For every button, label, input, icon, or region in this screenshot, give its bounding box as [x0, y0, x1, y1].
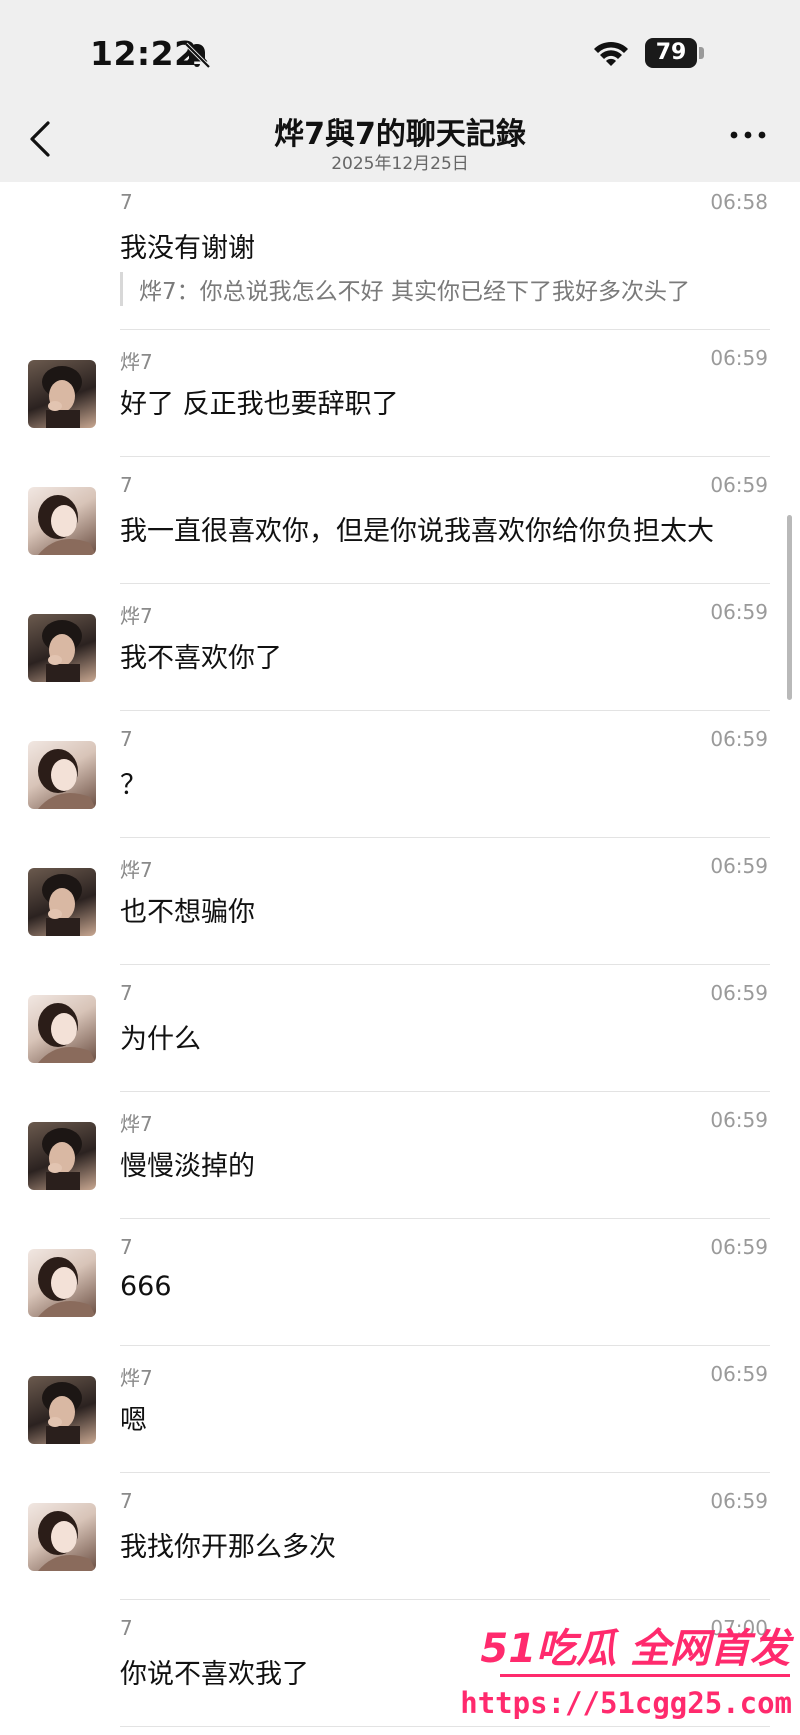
message-sender: 7	[120, 190, 133, 214]
avatar[interactable]	[28, 995, 96, 1063]
message-row[interactable]: 烨7 06:59 我不喜欢你了	[0, 584, 800, 711]
nav-header: 烨7與7的聊天記錄 2025年12月25日	[0, 95, 800, 182]
message-sender: 7	[120, 473, 133, 497]
top-bar: 12:22 79 烨7與7的聊天記錄 2025年12月25日	[0, 0, 800, 182]
battery-icon: 79	[645, 38, 697, 68]
message-row[interactable]: 烨7 06:59 嗯	[0, 1346, 800, 1473]
message-text: 666	[120, 1271, 172, 1302]
message-text: 我找你开那么多次	[120, 1532, 336, 1563]
message-row[interactable]: 烨7 06:59 好了 反正我也要辞职了	[0, 330, 800, 457]
message-row[interactable]: 7 06:59 ？	[0, 711, 800, 838]
chat-history-screen: 12:22 79 烨7與7的聊天記錄 2025年12月25日 7 06:58 我…	[0, 0, 800, 1735]
bell-off-icon	[184, 42, 211, 69]
message-list[interactable]: 7 06:58 我没有谢谢烨7：你总说我怎么不好 其实你已经下了我好多次头了烨7 06…	[0, 182, 800, 1735]
message-sender: 7	[120, 1489, 133, 1513]
message-sender: 烨7	[120, 1112, 153, 1136]
avatar[interactable]	[28, 741, 96, 809]
message-row[interactable]: 7 06:58 我没有谢谢烨7：你总说我怎么不好 其实你已经下了我好多次头了	[0, 182, 800, 330]
watermark-underline	[500, 1674, 790, 1677]
message-time: 06:59	[710, 1489, 768, 1513]
avatar[interactable]	[28, 487, 96, 555]
message-text: 为什么	[120, 1024, 201, 1055]
avatar[interactable]	[28, 868, 96, 936]
wifi-icon	[594, 41, 628, 66]
message-text: 嗯	[120, 1405, 147, 1436]
message-row[interactable]: 烨7 06:59 也不想骗你	[0, 838, 800, 965]
message-time: 06:59	[710, 346, 768, 370]
message-sender: 7	[120, 727, 133, 751]
message-time: 06:59	[710, 727, 768, 751]
avatar[interactable]	[28, 360, 96, 428]
page-title: 烨7與7的聊天記錄	[274, 117, 526, 152]
page-date: 2025年12月25日	[331, 154, 469, 174]
message-row[interactable]: 7 06:59 我一直很喜欢你，但是你说我喜欢你给你负担太大	[0, 457, 800, 584]
battery-level: 79	[655, 40, 687, 65]
scrollbar[interactable]	[787, 515, 792, 700]
avatar[interactable]	[28, 1249, 96, 1317]
message-time: 06:59	[710, 1362, 768, 1386]
message-row[interactable]: 烨7 06:59 慢慢淡掉的	[0, 1092, 800, 1219]
avatar[interactable]	[28, 1122, 96, 1190]
message-sender: 7	[120, 1616, 133, 1640]
message-time: 06:59	[710, 600, 768, 624]
watermark-url: https://51cgg25.com	[460, 1686, 792, 1720]
message-sender: 7	[120, 1235, 133, 1259]
message-time: 06:59	[710, 981, 768, 1005]
message-text: 我一直很喜欢你，但是你说我喜欢你给你负担太大	[120, 516, 714, 547]
message-text: 我不喜欢你了	[120, 643, 282, 674]
message-time: 06:59	[710, 473, 768, 497]
message-sender: 烨7	[120, 858, 153, 882]
message-text: 好了 反正我也要辞职了	[120, 389, 399, 420]
message-row[interactable]: 7 06:59 为什么	[0, 965, 800, 1092]
avatar[interactable]	[28, 1376, 96, 1444]
status-bar: 12:22 79	[0, 0, 800, 95]
message-text: ？	[120, 770, 147, 801]
message-text: 慢慢淡掉的	[120, 1151, 255, 1182]
message-sender: 烨7	[120, 604, 153, 628]
watermark: 51吃瓜 全网首发 https://51cgg25.com	[460, 1616, 800, 1735]
message-text: 我没有谢谢	[120, 233, 255, 264]
message-quote: 烨7：你总说我怎么不好 其实你已经下了我好多次头了	[120, 272, 690, 306]
watermark-brand: 51吃瓜 全网首发	[480, 1626, 790, 1672]
message-sender: 烨7	[120, 1366, 153, 1390]
more-dots-icon[interactable]	[728, 125, 768, 145]
avatar[interactable]	[28, 1503, 96, 1571]
battery-tip	[699, 47, 704, 59]
message-time: 06:58	[710, 190, 768, 214]
message-row[interactable]: 7 06:59 666	[0, 1219, 800, 1346]
message-row[interactable]: 7 06:59 我找你开那么多次	[0, 1473, 800, 1600]
message-sender: 7	[120, 981, 133, 1005]
message-text: 也不想骗你	[120, 897, 255, 928]
message-sender: 烨7	[120, 350, 153, 374]
message-text: 你说不喜欢我了	[120, 1659, 309, 1690]
avatar[interactable]	[28, 614, 96, 682]
message-time: 06:59	[710, 1235, 768, 1259]
message-time: 06:59	[710, 1108, 768, 1132]
message-time: 06:59	[710, 854, 768, 878]
